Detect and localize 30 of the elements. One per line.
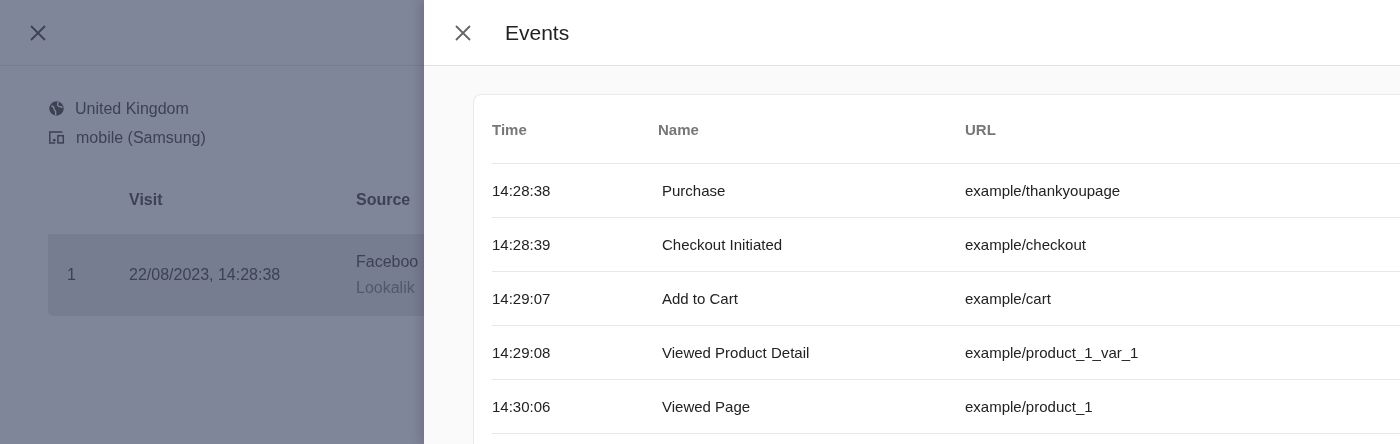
column-header: Source	[356, 191, 411, 209]
globe-icon	[48, 100, 65, 117]
time-cell-text: 14:28:38	[492, 182, 552, 199]
device-text: mobile (Samsung)	[76, 128, 206, 147]
column-header: URL	[965, 120, 997, 138]
url-cell-text: example/cart	[965, 290, 1052, 307]
location-text: United Kingdom	[75, 99, 189, 118]
time-cell-text: 14:29:08	[492, 344, 552, 361]
devices-icon	[48, 130, 66, 145]
name-cell-text: Add to Cart	[661, 290, 739, 307]
name-cell-text: Checkout Initiated	[661, 236, 784, 253]
close-icon[interactable]	[455, 24, 471, 41]
column-header: Visit	[129, 191, 164, 209]
url-cell-text: example/product_1	[965, 398, 1094, 415]
drawer-title: Events	[505, 20, 570, 45]
column-header: Name	[658, 120, 700, 138]
url-cell-text: example/checkout	[965, 236, 1087, 253]
time-cell-text: 14:29:07	[492, 290, 552, 307]
visit-date: 22/08/2023, 14:28:38	[129, 266, 282, 284]
name-cell-text: Purchase	[661, 182, 727, 199]
name-cell-text: Viewed Page	[661, 398, 752, 415]
row-number: 1	[66, 266, 77, 284]
time-cell-text: 14:30:06	[492, 398, 552, 415]
source-text: Faceboo	[356, 253, 419, 271]
close-icon[interactable]	[30, 24, 46, 41]
url-cell-text: example/thankyoupage	[965, 182, 1122, 199]
url-cell-text: example/product_1_var_1	[965, 344, 1140, 361]
column-header: Time	[492, 120, 528, 138]
time-cell-text: 14:28:39	[492, 236, 552, 253]
name-cell-text: Viewed Product Detail	[661, 344, 811, 361]
